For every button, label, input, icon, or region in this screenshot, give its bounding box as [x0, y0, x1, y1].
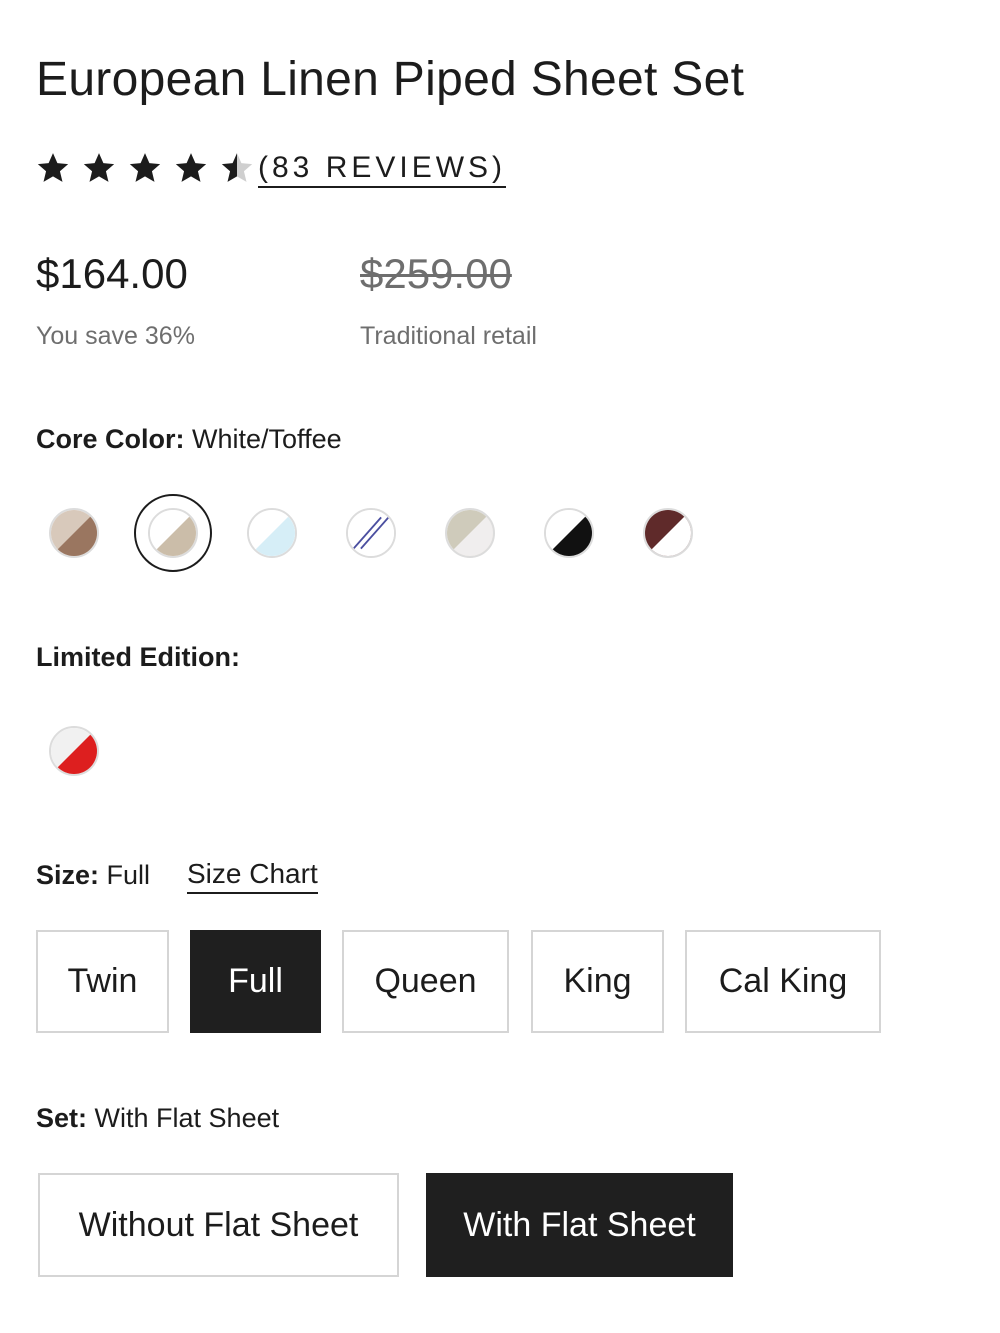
size-value: Full — [106, 860, 151, 890]
star-rating — [36, 151, 258, 185]
star-icon — [175, 153, 207, 182]
size-chart-link[interactable]: Size Chart — [187, 858, 318, 894]
set-option-with-flat-sheet[interactable]: With Flat Sheet — [426, 1173, 733, 1277]
core-color-swatch-white-toffee[interactable] — [148, 508, 198, 558]
limited-edition-swatch-white-red[interactable] — [49, 726, 99, 776]
core-color-swatch-white-sky[interactable] — [247, 508, 297, 558]
core-color-swatch-taupe-brown[interactable] — [49, 508, 99, 558]
size-option-cal-king[interactable]: Cal King — [685, 930, 881, 1033]
size-label: Size: Full — [36, 860, 150, 891]
star-icon — [37, 153, 69, 182]
size-option-full[interactable]: Full — [190, 930, 321, 1033]
limited-edition-heading: Limited Edition: — [36, 642, 240, 672]
core-color-swatch-white-black[interactable] — [544, 508, 594, 558]
reviews-label[interactable]: (83 REVIEWS) — [258, 151, 507, 188]
sale-price: $164.00 — [36, 250, 188, 297]
size-option-king[interactable]: King — [531, 930, 664, 1033]
core-color-label: Core Color: White/Toffee — [36, 424, 342, 455]
core-color-swatch-burgundy-white[interactable] — [643, 508, 693, 558]
core-color-value: White/Toffee — [192, 424, 342, 454]
set-label: Set: With Flat Sheet — [36, 1103, 279, 1134]
retail-label: Traditional retail — [360, 322, 537, 350]
size-option-queen[interactable]: Queen — [342, 930, 509, 1033]
product-title: European Linen Piped Sheet Set — [36, 53, 745, 106]
size-option-twin[interactable]: Twin — [36, 930, 169, 1033]
rating-row: (83 REVIEWS) — [36, 146, 507, 190]
star-icon — [129, 153, 161, 182]
core-color-heading: Core Color: — [36, 424, 185, 454]
savings-text: You save 36% — [36, 322, 195, 350]
size-heading: Size: — [36, 860, 100, 890]
star-icon — [83, 153, 115, 182]
set-value: With Flat Sheet — [94, 1103, 280, 1133]
core-color-swatch-sage-white[interactable] — [445, 508, 495, 558]
set-heading: Set: — [36, 1103, 88, 1133]
limited-edition-label: Limited Edition: — [36, 642, 240, 673]
core-color-swatch-white-navy-stripe[interactable] — [346, 508, 396, 558]
reviews-link[interactable]: (83 REVIEWS) — [258, 151, 507, 188]
retail-price: $259.00 — [360, 250, 512, 297]
star-icon — [221, 153, 253, 182]
set-option-without-flat-sheet[interactable]: Without Flat Sheet — [38, 1173, 399, 1277]
